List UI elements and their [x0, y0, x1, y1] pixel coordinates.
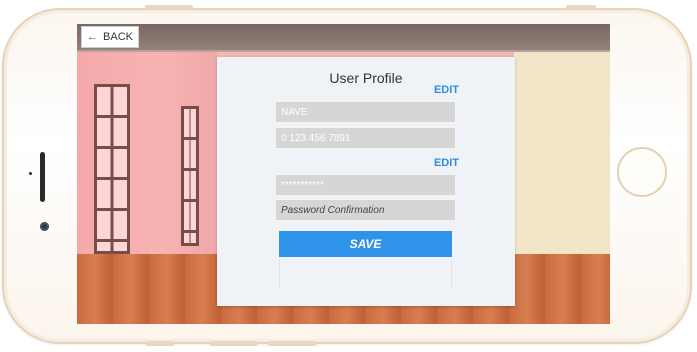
- phone-top-button-2: [566, 5, 596, 10]
- page-title: User Profile: [329, 70, 403, 86]
- password-confirmation-field[interactable]: [274, 198, 457, 222]
- front-camera: [40, 222, 49, 231]
- save-button[interactable]: SAVE: [279, 231, 452, 257]
- app-screen: ← BACK User Profile EDIT EDIT SAVE: [77, 24, 610, 324]
- background-wall-right: [514, 24, 610, 269]
- home-button[interactable]: [617, 147, 667, 197]
- phone-bottom-button-1: [146, 341, 174, 346]
- proximity-sensor: [29, 172, 32, 175]
- edit-password-link[interactable]: EDIT: [434, 157, 459, 169]
- background-window-2: [181, 106, 199, 246]
- edit-contact-link[interactable]: EDIT: [434, 84, 459, 96]
- phone-top-button-1: [145, 5, 193, 10]
- left-arrow-icon: ←: [87, 31, 99, 43]
- phone-bottom-button-2: [210, 341, 258, 346]
- divider-right: [451, 259, 452, 289]
- back-button-label: BACK: [103, 31, 133, 43]
- back-button[interactable]: ← BACK: [81, 26, 139, 48]
- background-window-1: [94, 84, 130, 254]
- phone-bottom-button-3: [268, 341, 316, 346]
- earpiece-speaker: [40, 152, 45, 202]
- user-profile-panel: User Profile EDIT EDIT SAVE: [217, 57, 515, 306]
- divider-left: [279, 259, 280, 289]
- phone-field[interactable]: [274, 126, 457, 150]
- password-field[interactable]: [274, 173, 457, 197]
- name-field[interactable]: [274, 100, 457, 124]
- top-bar: ← BACK: [77, 24, 610, 50]
